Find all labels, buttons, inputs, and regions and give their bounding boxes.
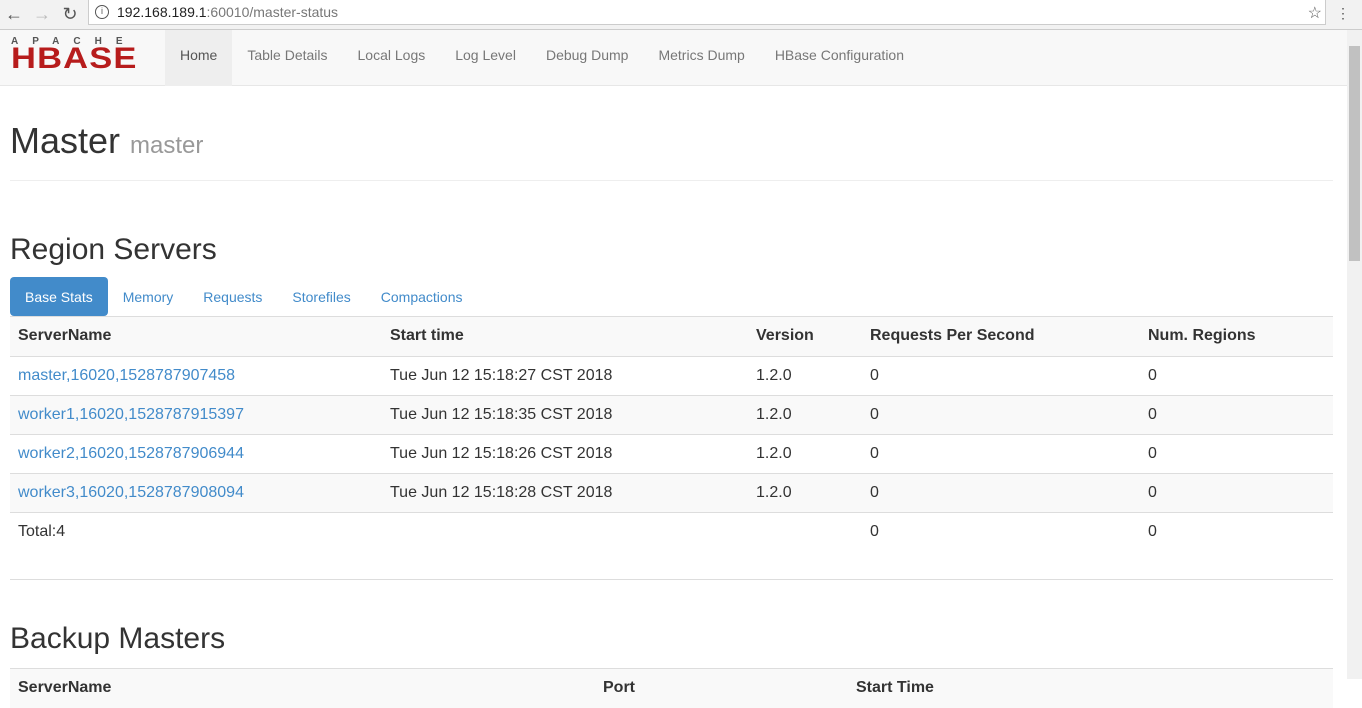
scrollbar-thumb[interactable] (1349, 46, 1360, 261)
title-subtitle: master (130, 132, 204, 159)
nav-table-details[interactable]: Table Details (232, 30, 342, 86)
address-bar[interactable]: i 192.168.189.1:60010/master-status (88, 0, 1326, 25)
col-start-time: Start Time (856, 679, 934, 696)
region-server-tabs: Base Stats Memory Requests Storefiles Co… (10, 277, 1333, 317)
col-servername: ServerName (18, 679, 112, 696)
bookmark-star-icon[interactable]: ☆ (1308, 3, 1322, 23)
backup-masters-table-header: ServerName Port Start Time (10, 668, 1333, 708)
backup-masters-heading: Backup Masters (10, 622, 226, 655)
browser-toolbar: ← → ↻ i 192.168.189.1:60010/master-statu… (0, 0, 1362, 30)
total-regions: 0 (1140, 511, 1333, 551)
table-row: master,16020,1528787907458 Tue Jun 12 15:… (10, 355, 1333, 395)
cell: 1.2.0 (748, 355, 862, 395)
tab-base-stats[interactable]: Base Stats (10, 277, 108, 316)
server-link[interactable]: worker2,16020,1528787906944 (18, 445, 244, 462)
cell: 1.2.0 (748, 433, 862, 473)
col-num-regions: Num. Regions (1140, 317, 1333, 357)
server-link[interactable]: worker1,16020,1528787915397 (18, 406, 244, 423)
cell: Tue Jun 12 15:18:27 CST 2018 (382, 355, 748, 395)
info-icon[interactable]: i (95, 5, 109, 19)
col-start-time: Start time (382, 317, 748, 357)
tab-compactions[interactable]: Compactions (366, 277, 478, 316)
page-title: Master master (10, 120, 1333, 181)
server-link[interactable]: worker3,16020,1528787908094 (18, 484, 244, 501)
cell: 0 (1140, 433, 1333, 473)
table-row: worker1,16020,1528787915397 Tue Jun 12 15… (10, 394, 1333, 434)
divider (10, 579, 1333, 580)
col-requests-per-second: Requests Per Second (862, 317, 1140, 357)
nav-debug-dump[interactable]: Debug Dump (531, 30, 644, 86)
main-content: Master master Region Servers Base Stats … (10, 86, 1333, 708)
menu-icon[interactable]: ⋮ (1336, 5, 1350, 22)
region-servers-table: ServerName Start time Version Requests P… (10, 317, 1333, 551)
nav-metrics-dump[interactable]: Metrics Dump (643, 30, 759, 86)
nav-home[interactable]: Home (165, 30, 233, 86)
total-label: Total:4 (10, 511, 382, 551)
cell: 1.2.0 (748, 394, 862, 434)
cell: 0 (1140, 472, 1333, 512)
cell: 0 (862, 433, 1140, 473)
col-port: Port (603, 679, 635, 696)
table-row: worker3,16020,1528787908094 Tue Jun 12 15… (10, 472, 1333, 512)
table-row: worker2,16020,1528787906944 Tue Jun 12 15… (10, 433, 1333, 473)
nav-log-level[interactable]: Log Level (440, 30, 531, 86)
url-path: :60010/master-status (206, 4, 339, 20)
cell: 1.2.0 (748, 472, 862, 512)
cell: 0 (1140, 394, 1333, 434)
region-servers-heading: Region Servers (10, 233, 217, 266)
cell: 0 (862, 472, 1140, 512)
total-requests: 0 (862, 511, 1140, 551)
nav-local-logs[interactable]: Local Logs (343, 30, 441, 86)
col-version: Version (748, 317, 862, 357)
cell: Tue Jun 12 15:18:35 CST 2018 (382, 394, 748, 434)
tab-requests[interactable]: Requests (188, 277, 277, 316)
total-row: Total:4 0 0 (10, 511, 1333, 551)
tab-memory[interactable]: Memory (108, 277, 189, 316)
cell: Tue Jun 12 15:18:26 CST 2018 (382, 433, 748, 473)
nav-hbase-configuration[interactable]: HBase Configuration (760, 30, 919, 86)
col-servername: ServerName (10, 317, 382, 357)
cell: Tue Jun 12 15:18:28 CST 2018 (382, 472, 748, 512)
page-scrollbar[interactable] (1347, 30, 1362, 679)
logo-hbase: HBASE (11, 42, 138, 75)
url-host: 192.168.189.1 (117, 4, 207, 20)
cell: 0 (862, 355, 1140, 395)
server-link[interactable]: master,16020,1528787907458 (18, 367, 235, 384)
cell: 0 (1140, 355, 1333, 395)
cell: 0 (862, 394, 1140, 434)
reload-icon[interactable]: ↻ (56, 4, 84, 25)
tab-storefiles[interactable]: Storefiles (277, 277, 365, 316)
forward-icon[interactable]: → (28, 4, 56, 25)
back-icon[interactable]: ← (0, 4, 28, 25)
hbase-logo[interactable]: APACHE HBASE (0, 30, 165, 85)
navbar: APACHE HBASE Home Table Details Local Lo… (0, 30, 1347, 86)
title-text: Master (10, 120, 121, 161)
